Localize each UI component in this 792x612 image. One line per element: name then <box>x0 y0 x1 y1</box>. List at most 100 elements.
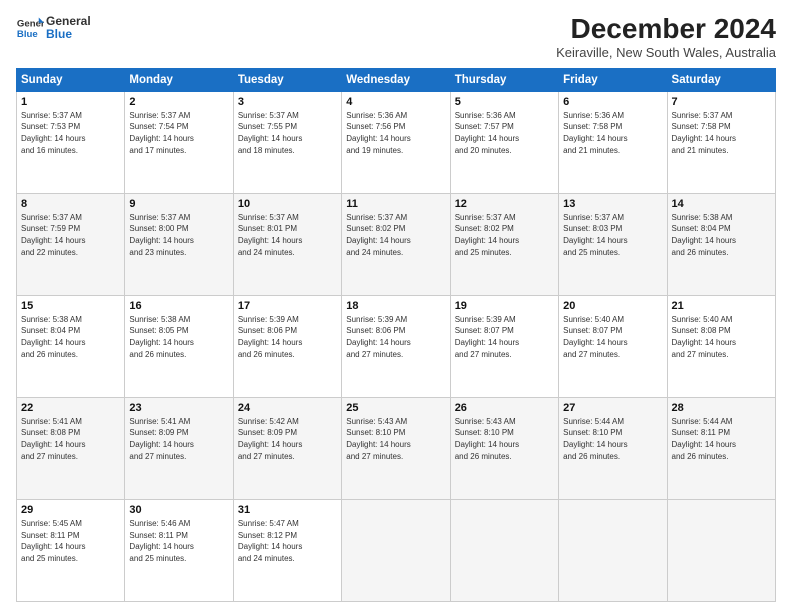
table-row: 31 Sunrise: 5:47 AM Sunset: 8:12 PM Dayli… <box>233 499 341 601</box>
day-info: Sunrise: 5:39 AM Sunset: 8:06 PM Dayligh… <box>346 314 445 360</box>
day-info: Sunrise: 5:37 AM Sunset: 7:54 PM Dayligh… <box>129 110 228 156</box>
logo-text-blue: Blue <box>46 28 91 41</box>
weekday-header: Thursday <box>450 68 558 91</box>
day-info: Sunrise: 5:37 AM Sunset: 7:58 PM Dayligh… <box>672 110 771 156</box>
day-number: 20 <box>563 300 662 312</box>
table-row: 14 Sunrise: 5:38 AM Sunset: 8:04 PM Dayli… <box>667 193 775 295</box>
day-number: 6 <box>563 96 662 108</box>
day-info: Sunrise: 5:37 AM Sunset: 8:01 PM Dayligh… <box>238 212 337 258</box>
table-row: 27 Sunrise: 5:44 AM Sunset: 8:10 PM Dayli… <box>559 397 667 499</box>
day-number: 17 <box>238 300 337 312</box>
weekday-header: Saturday <box>667 68 775 91</box>
logo-icon: General Blue <box>16 14 44 42</box>
day-number: 22 <box>21 402 120 414</box>
day-info: Sunrise: 5:38 AM Sunset: 8:04 PM Dayligh… <box>21 314 120 360</box>
day-info: Sunrise: 5:36 AM Sunset: 7:57 PM Dayligh… <box>455 110 554 156</box>
day-number: 25 <box>346 402 445 414</box>
table-row: 18Sunrise: 5:39 AM Sunset: 8:06 PM Dayli… <box>342 295 450 397</box>
table-row <box>667 499 775 601</box>
table-row: 21 Sunrise: 5:40 AM Sunset: 8:08 PM Dayli… <box>667 295 775 397</box>
day-number: 15 <box>21 300 120 312</box>
table-row: 10 Sunrise: 5:37 AM Sunset: 8:01 PM Dayli… <box>233 193 341 295</box>
table-row: 23 Sunrise: 5:41 AM Sunset: 8:09 PM Dayli… <box>125 397 233 499</box>
day-info: Sunrise: 5:37 AM Sunset: 8:02 PM Dayligh… <box>346 212 445 258</box>
day-number: 13 <box>563 198 662 210</box>
day-number: 16 <box>129 300 228 312</box>
table-row: 28 Sunrise: 5:44 AM Sunset: 8:11 PM Dayli… <box>667 397 775 499</box>
day-number: 28 <box>672 402 771 414</box>
weekday-header: Wednesday <box>342 68 450 91</box>
day-info: Sunrise: 5:39 AM Sunset: 8:07 PM Dayligh… <box>455 314 554 360</box>
table-row: 19 Sunrise: 5:39 AM Sunset: 8:07 PM Dayli… <box>450 295 558 397</box>
day-info: Sunrise: 5:37 AM Sunset: 8:02 PM Dayligh… <box>455 212 554 258</box>
day-number: 2 <box>129 96 228 108</box>
day-number: 3 <box>238 96 337 108</box>
day-number: 11 <box>346 198 445 210</box>
day-info: Sunrise: 5:47 AM Sunset: 8:12 PM Dayligh… <box>238 518 337 564</box>
table-row <box>342 499 450 601</box>
day-number: 23 <box>129 402 228 414</box>
table-row: 2 Sunrise: 5:37 AM Sunset: 7:54 PM Daylig… <box>125 91 233 193</box>
day-info: Sunrise: 5:44 AM Sunset: 8:10 PM Dayligh… <box>563 416 662 462</box>
table-row: 4Sunrise: 5:36 AM Sunset: 7:56 PM Daylig… <box>342 91 450 193</box>
day-info: Sunrise: 5:37 AM Sunset: 7:53 PM Dayligh… <box>21 110 120 156</box>
table-row: 6 Sunrise: 5:36 AM Sunset: 7:58 PM Daylig… <box>559 91 667 193</box>
day-info: Sunrise: 5:43 AM Sunset: 8:10 PM Dayligh… <box>346 416 445 462</box>
table-row: 16 Sunrise: 5:38 AM Sunset: 8:05 PM Dayli… <box>125 295 233 397</box>
day-number: 24 <box>238 402 337 414</box>
day-info: Sunrise: 5:45 AM Sunset: 8:11 PM Dayligh… <box>21 518 120 564</box>
table-row: 12 Sunrise: 5:37 AM Sunset: 8:02 PM Dayli… <box>450 193 558 295</box>
weekday-header: Friday <box>559 68 667 91</box>
day-number: 31 <box>238 504 337 516</box>
day-number: 5 <box>455 96 554 108</box>
day-number: 21 <box>672 300 771 312</box>
day-number: 12 <box>455 198 554 210</box>
day-info: Sunrise: 5:37 AM Sunset: 8:00 PM Dayligh… <box>129 212 228 258</box>
day-info: Sunrise: 5:38 AM Sunset: 8:04 PM Dayligh… <box>672 212 771 258</box>
day-info: Sunrise: 5:36 AM Sunset: 7:56 PM Dayligh… <box>346 110 445 156</box>
logo: General Blue General Blue <box>16 14 91 42</box>
day-info: Sunrise: 5:37 AM Sunset: 7:55 PM Dayligh… <box>238 110 337 156</box>
weekday-header: Monday <box>125 68 233 91</box>
table-row: 20Sunrise: 5:40 AM Sunset: 8:07 PM Dayli… <box>559 295 667 397</box>
day-info: Sunrise: 5:41 AM Sunset: 8:08 PM Dayligh… <box>21 416 120 462</box>
day-number: 27 <box>563 402 662 414</box>
title-block: December 2024 Keiraville, New South Wale… <box>556 14 776 60</box>
table-row: 9Sunrise: 5:37 AM Sunset: 8:00 PM Daylig… <box>125 193 233 295</box>
day-info: Sunrise: 5:42 AM Sunset: 8:09 PM Dayligh… <box>238 416 337 462</box>
calendar-table: SundayMondayTuesdayWednesdayThursdayFrid… <box>16 68 776 602</box>
header: General Blue General Blue December 2024 … <box>16 14 776 60</box>
day-number: 29 <box>21 504 120 516</box>
day-info: Sunrise: 5:43 AM Sunset: 8:10 PM Dayligh… <box>455 416 554 462</box>
day-info: Sunrise: 5:40 AM Sunset: 8:08 PM Dayligh… <box>672 314 771 360</box>
day-info: Sunrise: 5:37 AM Sunset: 8:03 PM Dayligh… <box>563 212 662 258</box>
table-row: 26Sunrise: 5:43 AM Sunset: 8:10 PM Dayli… <box>450 397 558 499</box>
table-row <box>450 499 558 601</box>
table-row: 1 Sunrise: 5:37 AM Sunset: 7:53 PM Daylig… <box>17 91 125 193</box>
table-row: 25 Sunrise: 5:43 AM Sunset: 8:10 PM Dayli… <box>342 397 450 499</box>
table-row: 13 Sunrise: 5:37 AM Sunset: 8:03 PM Dayli… <box>559 193 667 295</box>
day-number: 1 <box>21 96 120 108</box>
day-number: 8 <box>21 198 120 210</box>
day-number: 10 <box>238 198 337 210</box>
table-row: 15 Sunrise: 5:38 AM Sunset: 8:04 PM Dayli… <box>17 295 125 397</box>
day-info: Sunrise: 5:41 AM Sunset: 8:09 PM Dayligh… <box>129 416 228 462</box>
table-row: 3 Sunrise: 5:37 AM Sunset: 7:55 PM Daylig… <box>233 91 341 193</box>
table-row: 11 Sunrise: 5:37 AM Sunset: 8:02 PM Dayli… <box>342 193 450 295</box>
day-number: 14 <box>672 198 771 210</box>
day-info: Sunrise: 5:44 AM Sunset: 8:11 PM Dayligh… <box>672 416 771 462</box>
table-row: 7 Sunrise: 5:37 AM Sunset: 7:58 PM Daylig… <box>667 91 775 193</box>
day-info: Sunrise: 5:36 AM Sunset: 7:58 PM Dayligh… <box>563 110 662 156</box>
weekday-header: Tuesday <box>233 68 341 91</box>
table-row: 17Sunrise: 5:39 AM Sunset: 8:06 PM Dayli… <box>233 295 341 397</box>
table-row: 22 Sunrise: 5:41 AM Sunset: 8:08 PM Dayli… <box>17 397 125 499</box>
day-number: 30 <box>129 504 228 516</box>
day-info: Sunrise: 5:38 AM Sunset: 8:05 PM Dayligh… <box>129 314 228 360</box>
table-row: 29 Sunrise: 5:45 AM Sunset: 8:11 PM Dayli… <box>17 499 125 601</box>
day-info: Sunrise: 5:46 AM Sunset: 8:11 PM Dayligh… <box>129 518 228 564</box>
table-row: 8 Sunrise: 5:37 AM Sunset: 7:59 PM Daylig… <box>17 193 125 295</box>
day-number: 19 <box>455 300 554 312</box>
day-number: 7 <box>672 96 771 108</box>
table-row <box>559 499 667 601</box>
day-info: Sunrise: 5:37 AM Sunset: 7:59 PM Dayligh… <box>21 212 120 258</box>
